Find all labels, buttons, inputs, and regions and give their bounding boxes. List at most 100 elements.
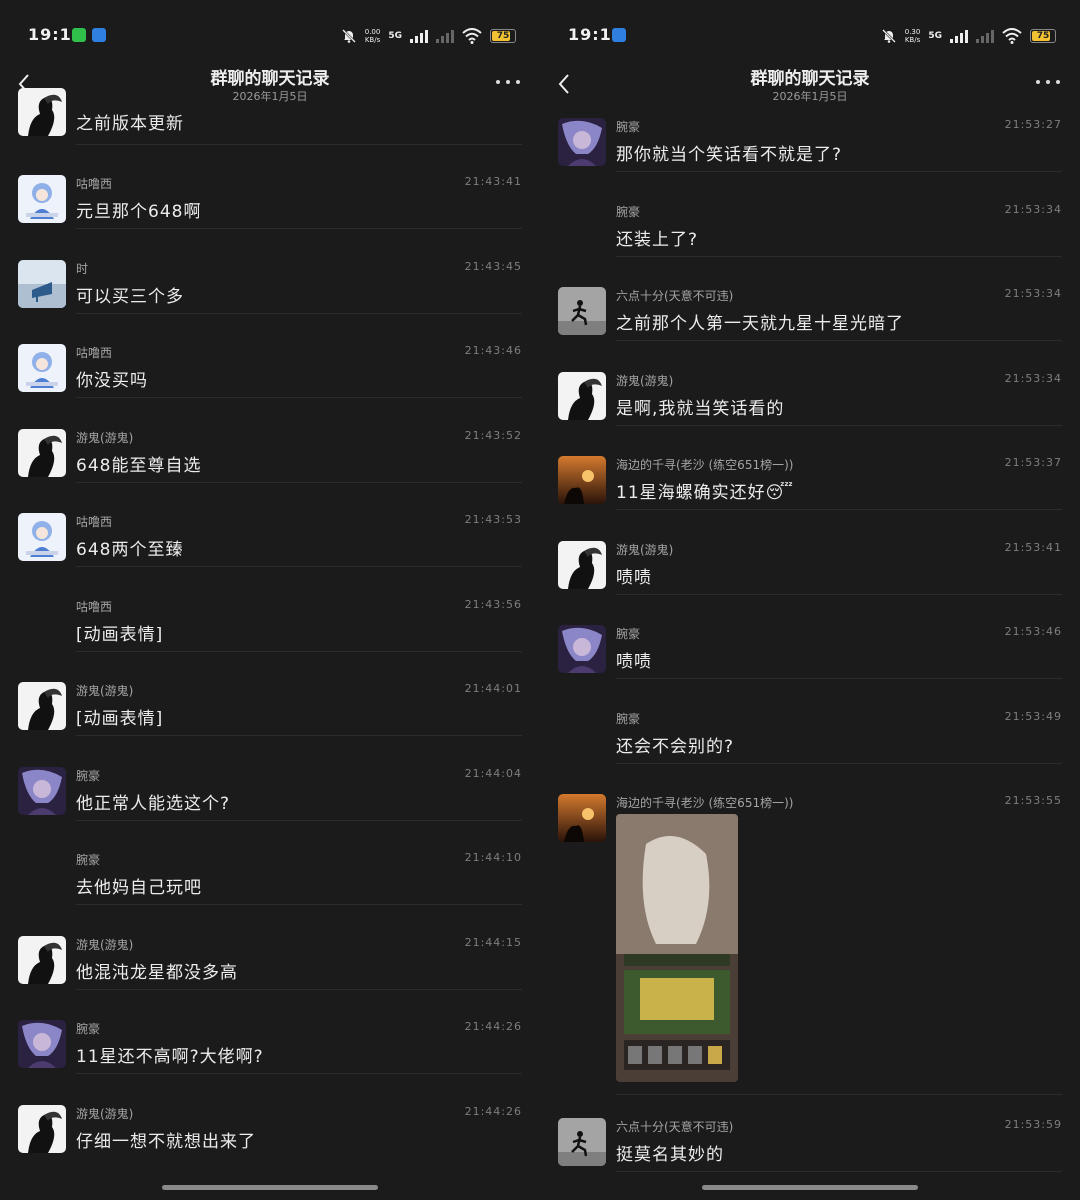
- sender-avatar[interactable]: [558, 287, 606, 335]
- message-time: 21:44:26: [464, 1020, 522, 1033]
- message-item[interactable]: 游鬼(游鬼) 21:43:52 648能至尊自选: [0, 429, 540, 483]
- message-time: 21:43:53: [464, 513, 522, 526]
- message-text: 挺莫名其妙的: [616, 1145, 724, 1165]
- message-item[interactable]: 游鬼(游鬼) 21:44:26 仔细一想不就想出来了: [0, 1105, 540, 1165]
- message-divider: [76, 228, 522, 229]
- message-time: 21:44:01: [464, 682, 522, 695]
- message-text: 啧啧: [616, 568, 652, 588]
- battery-level: 75: [496, 31, 510, 41]
- message-divider: [616, 171, 1062, 172]
- page-title: 群聊的聊天记录: [750, 69, 870, 89]
- message-item[interactable]: 时 21:43:45 可以买三个多: [0, 260, 540, 314]
- message-item[interactable]: 腕豪 21:53:49 还会不会别的?: [540, 710, 1080, 764]
- message-divider: [76, 313, 522, 314]
- mute-bell-icon: [881, 29, 896, 43]
- message-item[interactable]: 六点十分(天意不可违) 21:53:59 挺莫名其妙的: [540, 1118, 1080, 1172]
- app-notification-icon: [612, 28, 626, 42]
- message-item[interactable]: 六点十分(天意不可违) 21:53:34 之前那个人第一天就九星十星光暗了: [540, 287, 1080, 341]
- chat-history-panel-left: 19:13 0.00 KB/s 5G 75 群聊的聊天记录 2026年1月5日 …: [0, 0, 540, 1200]
- more-options-icon[interactable]: [1036, 74, 1060, 90]
- sender-avatar[interactable]: [18, 936, 66, 984]
- message-divider: [616, 594, 1062, 595]
- speed-unit: KB/s: [904, 36, 921, 44]
- message-item[interactable]: 咕噜西 21:43:56 [动画表情]: [0, 598, 540, 652]
- shared-game-screenshot[interactable]: [616, 814, 738, 1082]
- sender-avatar[interactable]: [558, 541, 606, 589]
- battery-level: 75: [1036, 31, 1050, 41]
- message-text: 是啊,我就当笑话看的: [616, 399, 785, 419]
- sender-name: 腕豪: [76, 853, 101, 867]
- message-item[interactable]: 游鬼(游鬼) 21:44:01 [动画表情]: [0, 682, 540, 736]
- message-divider: [616, 1171, 1062, 1172]
- sender-avatar[interactable]: [18, 682, 66, 730]
- message-item[interactable]: 腕豪 21:44:10 去他妈自己玩吧: [0, 851, 540, 905]
- message-divider: [616, 1094, 1062, 1095]
- message-divider: [616, 678, 1062, 679]
- sender-name: 腕豪: [616, 205, 641, 219]
- sender-avatar[interactable]: [18, 767, 66, 815]
- sender-avatar[interactable]: [558, 1118, 606, 1166]
- sender-name: 腕豪: [616, 627, 641, 641]
- message-item[interactable]: 腕豪 21:44:26 11星还不高啊?大佬啊?: [0, 1020, 540, 1074]
- app-notification-icon: [92, 28, 106, 42]
- message-divider: [76, 482, 522, 483]
- sender-avatar[interactable]: [558, 794, 606, 842]
- message-item[interactable]: 咕噜西 21:43:53 648两个至臻: [0, 513, 540, 567]
- battery-icon: 75: [490, 29, 516, 43]
- message-item[interactable]: 海边的千寻(老沙 (练空651榜一)) 21:53:37 11星海螺确实还好😴: [540, 456, 1080, 510]
- sender-name: 腕豪: [76, 769, 101, 783]
- sender-name: 腕豪: [616, 712, 641, 726]
- speed-value: 0.30: [904, 28, 921, 36]
- more-options-icon[interactable]: [496, 74, 520, 90]
- message-item[interactable]: 之前版本更新: [0, 88, 540, 145]
- home-indicator[interactable]: [162, 1185, 378, 1190]
- message-item[interactable]: 游鬼(游鬼) 21:53:34 是啊,我就当笑话看的: [540, 372, 1080, 426]
- message-divider: [76, 820, 522, 821]
- home-indicator[interactable]: [702, 1185, 918, 1190]
- message-divider: [616, 340, 1062, 341]
- sender-avatar[interactable]: [18, 260, 66, 308]
- signal-icon: [410, 29, 428, 43]
- sender-avatar[interactable]: [18, 429, 66, 477]
- message-item[interactable]: 腕豪 21:44:04 他正常人能选这个?: [0, 767, 540, 821]
- sender-name: 海边的千寻(老沙 (练空651榜一)): [616, 796, 794, 810]
- sender-name: 游鬼(游鬼): [616, 374, 674, 388]
- sender-avatar[interactable]: [558, 118, 606, 166]
- sender-avatar[interactable]: [558, 372, 606, 420]
- sender-avatar[interactable]: [18, 88, 66, 136]
- message-divider: [76, 989, 522, 990]
- sender-avatar[interactable]: [18, 513, 66, 561]
- network-type: 5G: [388, 30, 402, 41]
- sender-avatar[interactable]: [18, 344, 66, 392]
- message-divider: [76, 566, 522, 567]
- message-time: 21:53:37: [1004, 456, 1062, 469]
- sender-avatar[interactable]: [18, 1020, 66, 1068]
- sender-name: 游鬼(游鬼): [76, 431, 134, 445]
- message-text: 可以买三个多: [76, 287, 184, 307]
- message-item[interactable]: 咕噜西 21:43:41 元旦那个648啊: [0, 175, 540, 229]
- network-speed: 0.00 KB/s: [365, 28, 381, 44]
- sender-avatar[interactable]: [558, 625, 606, 673]
- wifi-icon: [462, 28, 482, 44]
- message-time: 21:43:56: [464, 598, 522, 611]
- message-time: 21:53:49: [1004, 710, 1062, 723]
- sender-avatar[interactable]: [558, 456, 606, 504]
- speed-unit: KB/s: [364, 36, 381, 44]
- sender-name: 时: [76, 262, 89, 276]
- message-text: 还会不会别的?: [616, 737, 735, 757]
- message-item[interactable]: 海边的千寻(老沙 (练空651榜一)) 21:53:55: [540, 794, 1080, 1095]
- message-item[interactable]: 腕豪 21:53:27 那你就当个笑话看不就是了?: [540, 118, 1080, 172]
- message-text: [动画表情]: [76, 709, 164, 729]
- message-text: 他混沌龙星都没多高: [76, 963, 238, 983]
- message-item[interactable]: 咕噜西 21:43:46 你没买吗: [0, 344, 540, 398]
- message-item[interactable]: 游鬼(游鬼) 21:44:15 他混沌龙星都没多高: [0, 936, 540, 990]
- message-item[interactable]: 腕豪 21:53:34 还装上了?: [540, 203, 1080, 257]
- sender-avatar[interactable]: [18, 175, 66, 223]
- wechat-notification-icon: [72, 28, 86, 42]
- message-time: 21:53:46: [1004, 625, 1062, 638]
- message-item[interactable]: 游鬼(游鬼) 21:53:41 啧啧: [540, 541, 1080, 595]
- message-divider: [76, 1073, 522, 1074]
- message-text: 你没买吗: [76, 371, 148, 391]
- message-item[interactable]: 腕豪 21:53:46 啧啧: [540, 625, 1080, 679]
- sender-avatar[interactable]: [18, 1105, 66, 1153]
